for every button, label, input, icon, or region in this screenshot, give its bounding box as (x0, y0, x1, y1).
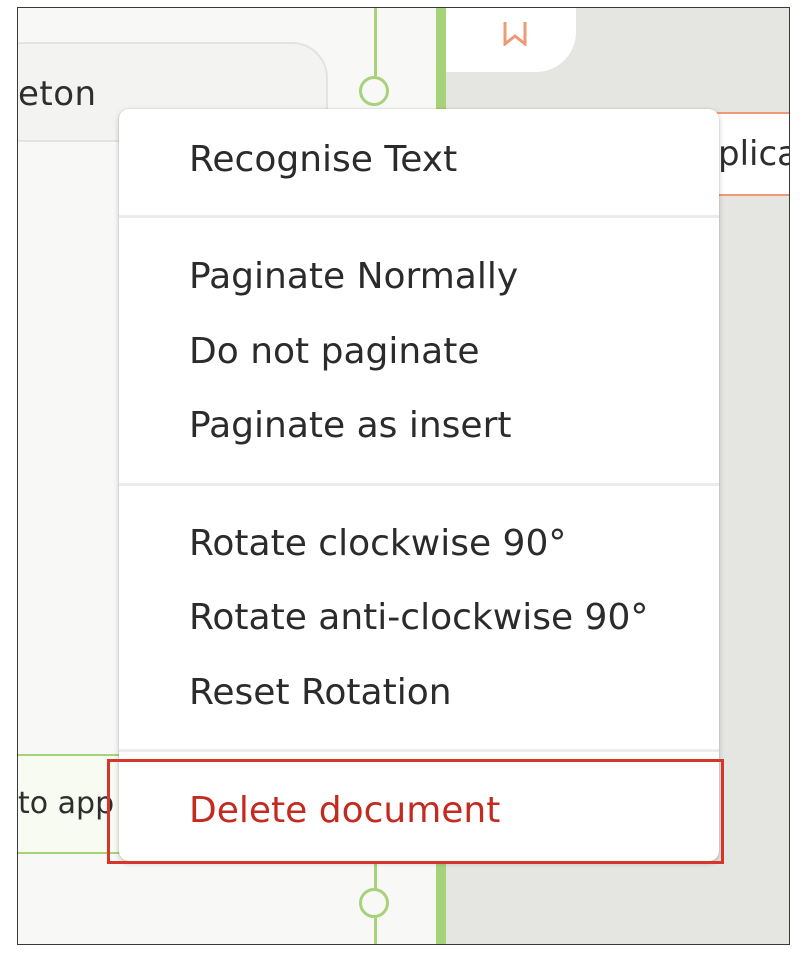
menu-separator (119, 215, 719, 218)
menu-item-paginate-normally[interactable]: Paginate Normally (189, 259, 518, 295)
app-viewport: eton plica to app Recognise Text Paginat… (17, 7, 790, 945)
action-chip-label: to app (18, 786, 115, 821)
flow-connector-top (374, 8, 377, 76)
flow-node-top[interactable] (359, 76, 389, 106)
menu-separator (119, 483, 719, 486)
menu-item-rotate-clockwise[interactable]: Rotate clockwise 90° (189, 526, 566, 562)
context-menu: Recognise Text Paginate Normally Do not … (119, 109, 719, 861)
menu-item-do-not-paginate[interactable]: Do not paginate (189, 334, 480, 370)
menu-separator (119, 749, 719, 752)
menu-item-rotate-anticlockwise[interactable]: Rotate anti-clockwise 90° (189, 600, 648, 636)
step-card-label: eton (18, 74, 97, 114)
menu-item-reset-rotation[interactable]: Reset Rotation (189, 675, 452, 711)
flow-connector-bottom-tail (374, 918, 377, 944)
application-chip-label: plica (718, 134, 789, 174)
menu-item-paginate-as-insert[interactable]: Paginate as insert (189, 408, 512, 444)
flow-node-bottom[interactable] (359, 888, 389, 918)
flow-connector-bottom (374, 860, 377, 890)
bookmark-icon[interactable] (502, 22, 528, 46)
delete-highlight-box (107, 759, 724, 864)
menu-item-recognise-text[interactable]: Recognise Text (189, 142, 457, 178)
